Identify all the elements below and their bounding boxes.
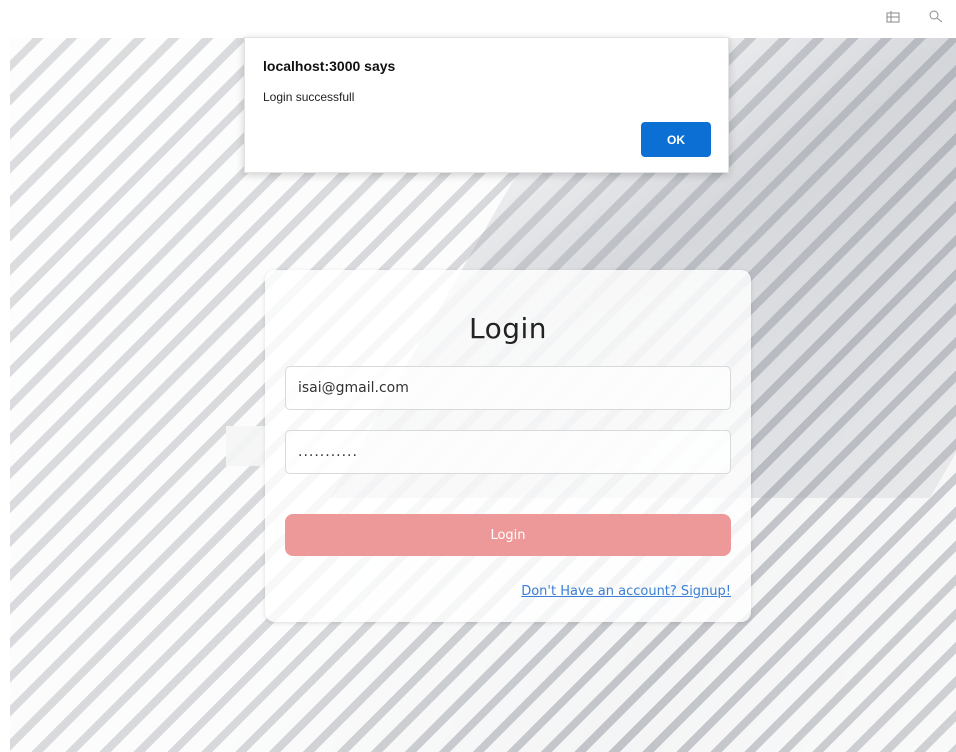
login-title: Login (468, 312, 548, 345)
login-card: Login isai@gmail.com ........... Login D… (265, 270, 751, 622)
login-button[interactable]: Login (285, 514, 731, 556)
alert-dialog: localhost:3000 says Login successfull OK (244, 37, 729, 173)
alert-message: Login successfull (263, 90, 355, 104)
signup-link[interactable]: Don't Have an account? Signup! (521, 584, 731, 599)
alert-title: localhost:3000 says (263, 58, 396, 74)
ok-button[interactable]: OK (641, 122, 711, 157)
grid-icon[interactable] (886, 10, 900, 29)
browser-toolbar (0, 0, 956, 38)
side-tab (226, 426, 266, 466)
password-field[interactable]: ........... (285, 430, 731, 474)
zoom-icon[interactable] (928, 10, 944, 29)
email-field[interactable]: isai@gmail.com (285, 366, 731, 410)
